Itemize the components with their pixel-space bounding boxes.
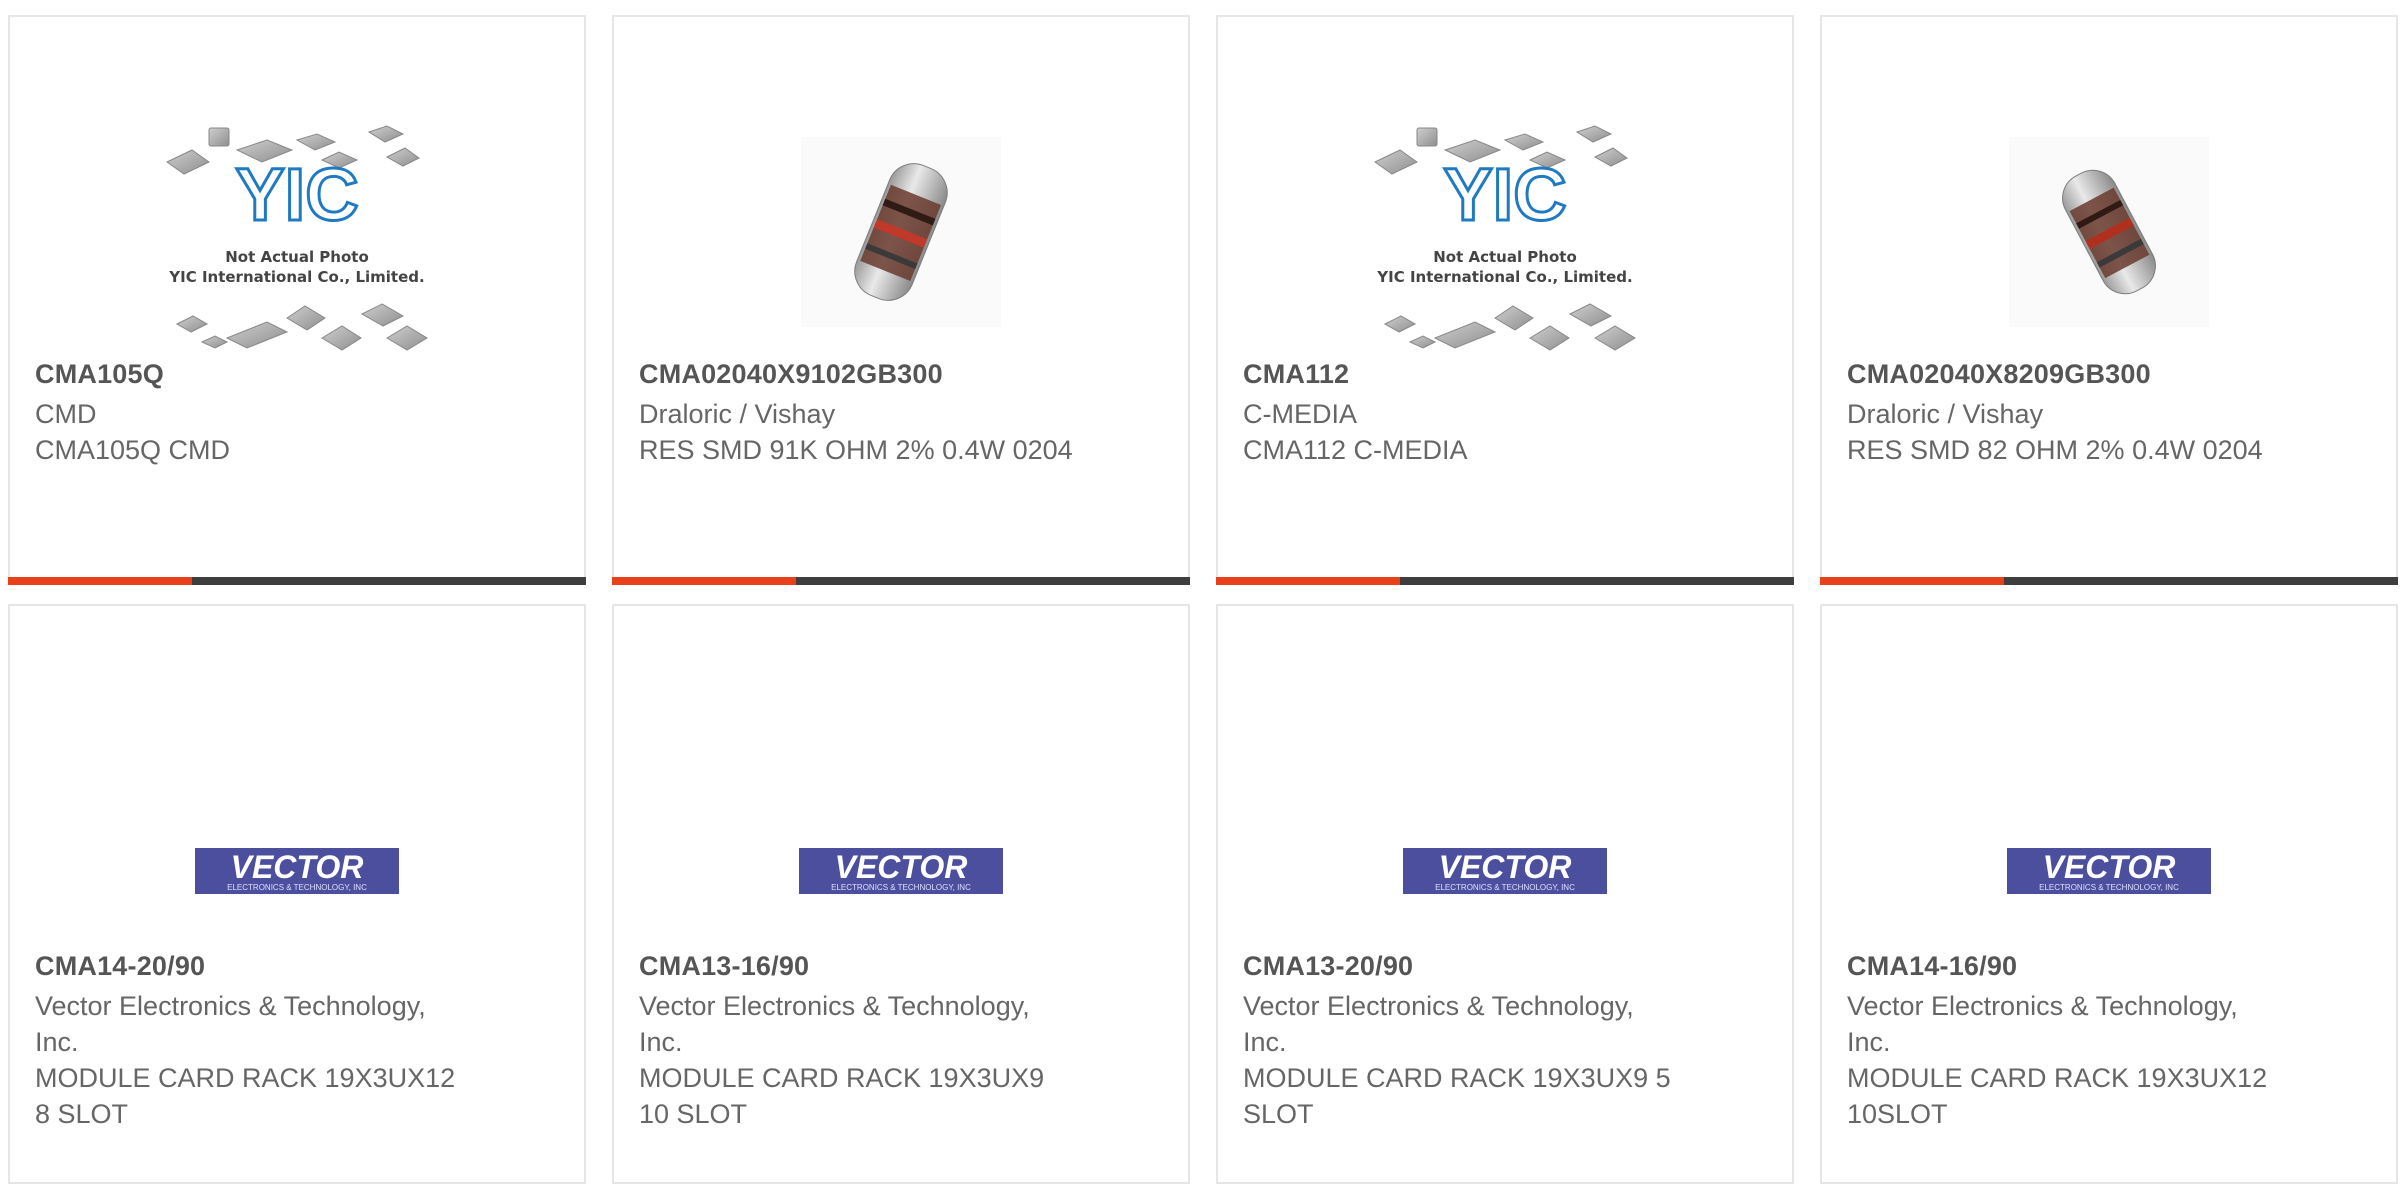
- description: MODULE CARD RACK 19X3UX9 5 SLOT: [1243, 1063, 1671, 1129]
- part-number[interactable]: CMA112: [1243, 359, 1349, 390]
- product-card[interactable]: VECTOR ELECTRONICS & TECHNOLOGY, INC CMA…: [612, 604, 1190, 1184]
- yic-brand: YIC: [235, 153, 358, 236]
- product-card[interactable]: YIC Not Actual Photo YIC International C…: [1216, 15, 1794, 585]
- product-image[interactable]: YIC Not Actual Photo YIC International C…: [1218, 102, 1792, 362]
- product-grid: YIC Not Actual Photo YIC International C…: [0, 0, 2400, 1184]
- product-image[interactable]: [614, 102, 1188, 362]
- placeholder-caption-1: Not Actual Photo: [1433, 248, 1577, 266]
- product-card[interactable]: YIC Not Actual Photo YIC International C…: [8, 15, 586, 585]
- manufacturer: Vector Electronics & Technology, Inc.: [1847, 991, 2238, 1057]
- resistor-photo-image: [2009, 137, 2209, 327]
- part-number[interactable]: CMA02040X9102GB300: [639, 359, 943, 390]
- product-card[interactable]: VECTOR ELECTRONICS & TECHNOLOGY, INC CMA…: [1216, 604, 1794, 1184]
- placeholder-caption-2: YIC International Co., Limited.: [1376, 268, 1632, 286]
- product-card[interactable]: CMA02040X9102GB300 Draloric / Vishay RES…: [612, 15, 1190, 585]
- product-image[interactable]: YIC Not Actual Photo YIC International C…: [10, 102, 584, 362]
- product-card[interactable]: VECTOR ELECTRONICS & TECHNOLOGY, INC CMA…: [1820, 604, 2398, 1184]
- description: CMA105Q CMD: [35, 435, 231, 465]
- yic-brand: YIC: [1443, 153, 1566, 236]
- manufacturer: Vector Electronics & Technology, Inc.: [1243, 991, 1634, 1057]
- card-footer-accent: [1820, 577, 2004, 585]
- resistor-photo-image: [801, 137, 1001, 327]
- vector-logo-image: VECTOR ELECTRONICS & TECHNOLOGY, INC: [195, 848, 399, 894]
- part-number[interactable]: CMA13-16/90: [639, 951, 809, 982]
- vector-brand: VECTOR: [1439, 849, 1572, 885]
- vector-logo-image: VECTOR ELECTRONICS & TECHNOLOGY, INC: [2007, 848, 2211, 894]
- part-number[interactable]: CMA13-20/90: [1243, 951, 1413, 982]
- vector-brand: VECTOR: [2043, 849, 2176, 885]
- vector-tagline: ELECTRONICS & TECHNOLOGY, INC: [1435, 883, 1575, 892]
- part-number[interactable]: CMA14-20/90: [35, 951, 205, 982]
- part-number[interactable]: CMA105Q: [35, 359, 164, 390]
- card-footer-bar: [1820, 577, 2398, 585]
- card-footer-bar: [1216, 577, 1794, 585]
- card-footer-accent: [612, 577, 796, 585]
- placeholder-caption-2: YIC International Co., Limited.: [168, 268, 424, 286]
- manufacturer: CMD: [35, 399, 97, 429]
- card-footer-bar: [612, 577, 1190, 585]
- manufacturer: Vector Electronics & Technology, Inc.: [35, 991, 426, 1057]
- product-card[interactable]: VECTOR ELECTRONICS & TECHNOLOGY, INC CMA…: [8, 604, 586, 1184]
- description: MODULE CARD RACK 19X3UX9 10 SLOT: [639, 1063, 1045, 1129]
- description: MODULE CARD RACK 19X3UX12 10SLOT: [1847, 1063, 2268, 1129]
- yic-placeholder-image: YIC Not Actual Photo YIC International C…: [166, 125, 428, 351]
- vector-tagline: ELECTRONICS & TECHNOLOGY, INC: [227, 883, 367, 892]
- card-footer-accent: [8, 577, 192, 585]
- part-number[interactable]: CMA02040X8209GB300: [1847, 359, 2151, 390]
- vector-logo-image: VECTOR ELECTRONICS & TECHNOLOGY, INC: [799, 848, 1003, 894]
- description: MODULE CARD RACK 19X3UX12 8 SLOT: [35, 1063, 456, 1129]
- manufacturer: C-MEDIA: [1243, 399, 1357, 429]
- card-footer-accent: [1216, 577, 1400, 585]
- manufacturer: Draloric / Vishay: [639, 399, 836, 429]
- product-card[interactable]: CMA02040X8209GB300 Draloric / Vishay RES…: [1820, 15, 2398, 585]
- vector-logo-image: VECTOR ELECTRONICS & TECHNOLOGY, INC: [1403, 848, 1607, 894]
- vector-brand: VECTOR: [835, 849, 968, 885]
- manufacturer: Vector Electronics & Technology, Inc.: [639, 991, 1030, 1057]
- vector-brand: VECTOR: [231, 849, 364, 885]
- placeholder-caption-1: Not Actual Photo: [225, 248, 369, 266]
- product-image[interactable]: [1822, 102, 2396, 362]
- description: RES SMD 82 OHM 2% 0.4W 0204: [1847, 435, 2263, 465]
- vector-tagline: ELECTRONICS & TECHNOLOGY, INC: [2039, 883, 2179, 892]
- vector-tagline: ELECTRONICS & TECHNOLOGY, INC: [831, 883, 971, 892]
- description: RES SMD 91K OHM 2% 0.4W 0204: [639, 435, 1073, 465]
- card-footer-bar: [8, 577, 586, 585]
- yic-placeholder-image: YIC Not Actual Photo YIC International C…: [1374, 125, 1636, 351]
- part-number[interactable]: CMA14-16/90: [1847, 951, 2017, 982]
- description: CMA112 C-MEDIA: [1243, 435, 1468, 465]
- manufacturer: Draloric / Vishay: [1847, 399, 2044, 429]
